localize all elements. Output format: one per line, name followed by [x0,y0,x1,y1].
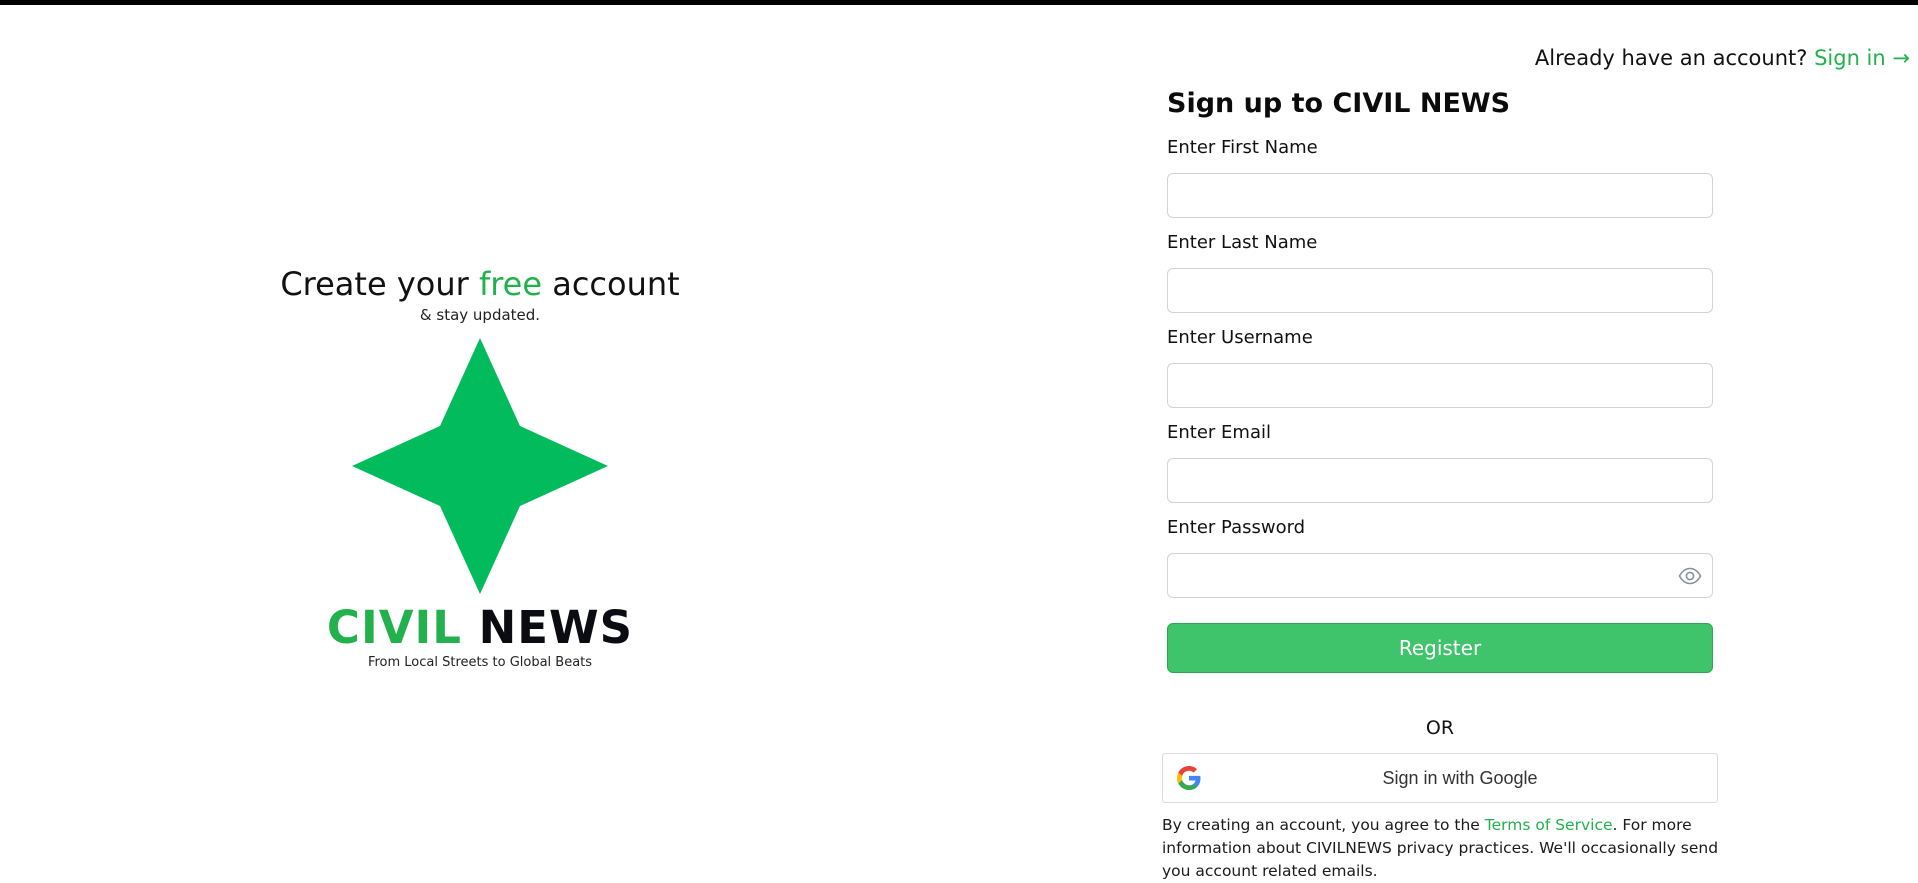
legal-notice: By creating an account, you agree to the… [1162,814,1722,883]
hero-title-accent: free [478,265,543,303]
or-divider: OR [1425,717,1455,739]
password-label: Enter Password [1167,517,1306,538]
brand-name-news: NEWS [478,601,634,654]
email-input[interactable] [1167,458,1713,503]
brand-name-civil: CIVIL [326,601,462,654]
username-label: Enter Username [1167,327,1313,348]
google-signin-button[interactable]: Sign in with Google [1162,753,1718,803]
first-name-input[interactable] [1167,173,1713,218]
last-name-label: Enter Last Name [1167,232,1318,253]
google-signin-label: Sign in with Google [1382,768,1538,788]
hero-subtitle: & stay updated. [419,306,541,324]
top-border [0,0,1918,5]
four-point-star-icon [352,338,608,594]
username-input[interactable] [1167,363,1713,408]
arrow-right-icon: → [1892,46,1910,70]
last-name-input[interactable] [1167,268,1713,313]
hero-title: Create your free account [200,264,760,304]
form-title: Sign up to CIVIL NEWS [1167,88,1511,119]
google-icon [1177,766,1201,790]
eye-icon[interactable] [1678,564,1702,588]
terms-of-service-link[interactable]: Terms of Service [1485,816,1613,834]
email-label: Enter Email [1167,422,1271,443]
signin-prompt-text: Already have an account? [1534,46,1808,70]
signin-prompt: Already have an account? Sign in → [1535,44,1910,72]
hero-title-prefix: Create your [280,265,469,303]
brand-tagline: From Local Streets to Global Beats [367,655,593,670]
password-input[interactable] [1167,553,1713,598]
signin-link-label: Sign in [1814,46,1886,70]
hero-title-suffix: account [552,265,680,303]
register-button[interactable]: Register [1167,623,1713,673]
legal-text-before: By creating an account, you agree to the [1162,816,1485,834]
brand-name: CIVIL NEWS [200,600,760,656]
signin-link[interactable]: Sign in → [1814,46,1910,70]
first-name-label: Enter First Name [1167,137,1318,158]
